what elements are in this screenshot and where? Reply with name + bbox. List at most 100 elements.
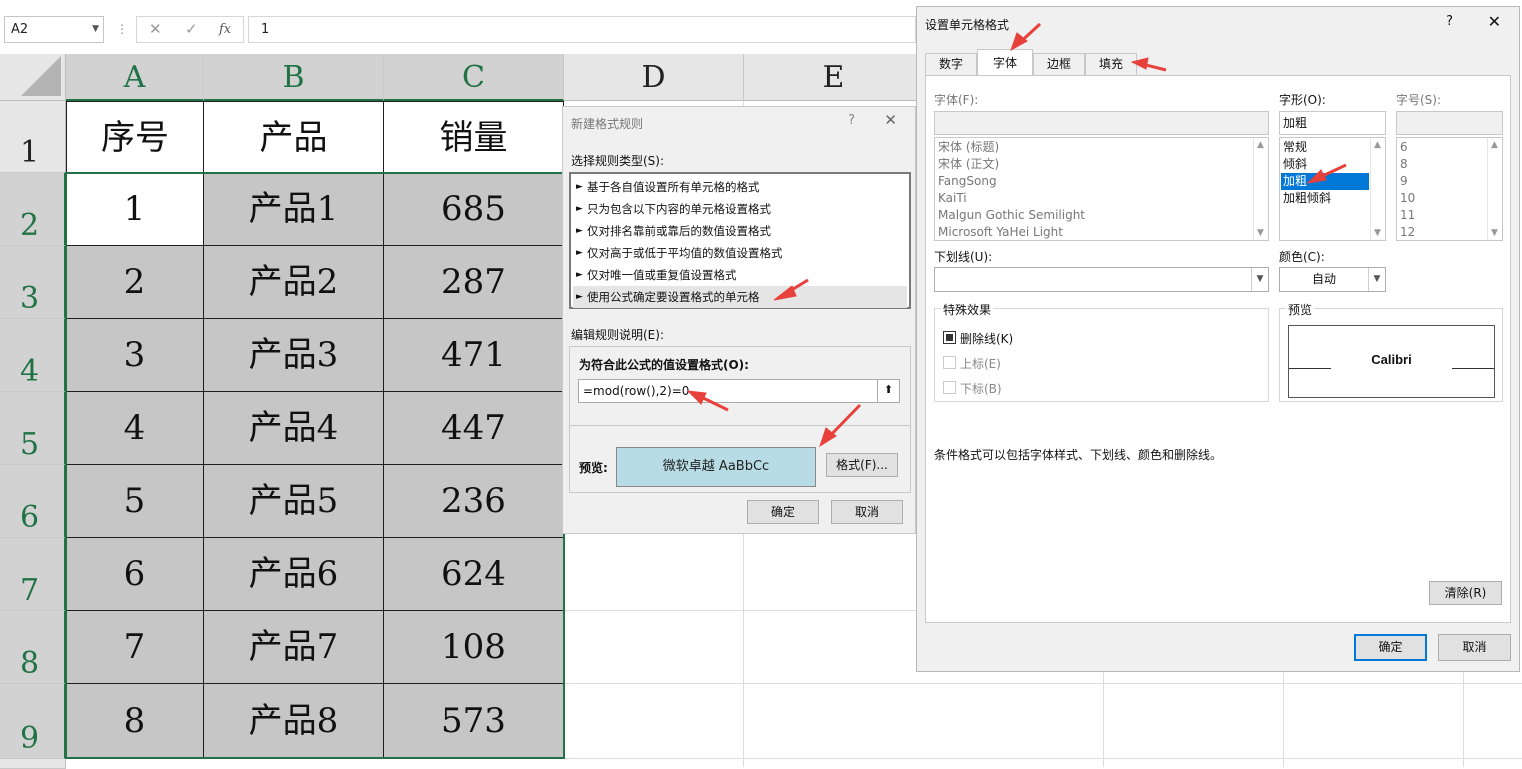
underline-select[interactable]: ▼ [934, 267, 1269, 292]
font-option[interactable]: Malgun Gothic Semilight [938, 207, 1085, 224]
table-cell[interactable]: 5 [66, 465, 204, 538]
rule-type-item[interactable]: 只为包含以下内容的单元格设置格式 [573, 198, 907, 220]
close-icon[interactable]: ✕ [884, 111, 897, 129]
table-cell[interactable]: 287 [384, 246, 564, 319]
row-header-3[interactable]: 3 [0, 246, 66, 319]
font-option[interactable]: 宋体 (正文) [938, 156, 999, 173]
font-list-scrollbar[interactable]: ▲ ▼ [1253, 138, 1268, 240]
strikethrough-checkbox[interactable] [943, 331, 956, 344]
table-cell[interactable]: 产品4 [204, 392, 384, 465]
style-option[interactable]: 倾斜 [1283, 156, 1307, 173]
subscript-checkbox[interactable] [943, 381, 956, 394]
ok-button[interactable]: 确定 [1354, 634, 1427, 661]
style-option[interactable]: 常规 [1283, 139, 1307, 156]
format-button[interactable]: 格式(F)... [826, 453, 898, 477]
help-icon[interactable]: ? [1446, 14, 1453, 29]
table-cell[interactable]: 产品8 [204, 684, 384, 758]
chevron-down-icon[interactable]: ▼ [92, 17, 99, 42]
help-icon[interactable]: ? [848, 113, 855, 128]
cancel-icon[interactable]: ✕ [149, 20, 162, 38]
table-cell[interactable]: 108 [384, 611, 564, 684]
row-header-4[interactable]: 4 [0, 319, 66, 392]
header-cell-sales[interactable]: 销量 [384, 101, 564, 173]
style-input[interactable]: 加粗 [1279, 111, 1386, 135]
size-option[interactable]: 12 [1400, 224, 1415, 241]
collapse-dialog-icon[interactable]: ⬆ [877, 380, 899, 402]
column-header-d[interactable]: D [564, 54, 744, 101]
row-header-10[interactable] [0, 759, 66, 769]
table-cell[interactable]: 6 [66, 538, 204, 611]
ok-button[interactable]: 确定 [747, 500, 819, 524]
header-cell-seq[interactable]: 序号 [66, 101, 204, 173]
table-cell[interactable]: 产品1 [204, 173, 384, 246]
table-cell[interactable]: 产品7 [204, 611, 384, 684]
table-cell[interactable]: 573 [384, 684, 564, 758]
table-cell[interactable]: 产品2 [204, 246, 384, 319]
formula-input[interactable]: 1 [248, 16, 916, 43]
font-option[interactable]: Microsoft YaHei Light [938, 224, 1063, 241]
font-option[interactable]: FangSong [938, 173, 997, 190]
size-list-scrollbar[interactable]: ▲ ▼ [1487, 138, 1502, 240]
table-cell[interactable]: 产品5 [204, 465, 384, 538]
table-cell[interactable]: 产品3 [204, 319, 384, 392]
row-header-2[interactable]: 2 [0, 173, 66, 246]
close-icon[interactable]: ✕ [1488, 12, 1501, 31]
enter-icon[interactable]: ✓ [185, 20, 198, 38]
tab-number[interactable]: 数字 [925, 53, 977, 75]
table-cell[interactable]: 8 [66, 684, 204, 758]
size-option[interactable]: 10 [1400, 190, 1415, 207]
scroll-down-icon[interactable]: ▼ [1491, 228, 1498, 238]
clear-button[interactable]: 清除(R) [1429, 581, 1502, 605]
rule-type-item-formula[interactable]: 使用公式确定要设置格式的单元格 [573, 286, 907, 308]
row-header-7[interactable]: 7 [0, 538, 66, 611]
superscript-checkbox[interactable] [943, 356, 956, 369]
tab-fill[interactable]: 填充 [1085, 53, 1137, 75]
table-cell[interactable]: 2 [66, 246, 204, 319]
row-header-5[interactable]: 5 [0, 392, 66, 465]
scroll-up-icon[interactable]: ▲ [1374, 140, 1381, 150]
size-option[interactable]: 9 [1400, 173, 1408, 190]
rule-type-item[interactable]: 仅对排名靠前或靠后的数值设置格式 [573, 220, 907, 242]
column-header-a[interactable]: A [66, 54, 204, 101]
chevron-down-icon[interactable]: ▼ [1368, 268, 1385, 291]
scroll-up-icon[interactable]: ▲ [1257, 140, 1264, 150]
row-header-9[interactable]: 9 [0, 684, 66, 759]
table-cell[interactable]: 4 [66, 392, 204, 465]
scroll-down-icon[interactable]: ▼ [1257, 228, 1264, 238]
rule-type-item[interactable]: 仅对唯一值或重复值设置格式 [573, 264, 907, 286]
column-header-b[interactable]: B [204, 54, 384, 101]
table-cell[interactable]: 471 [384, 319, 564, 392]
table-cell[interactable]: 7 [66, 611, 204, 684]
rule-formula-input[interactable]: =mod(row(),2)=0 ⬆ [578, 379, 900, 403]
font-option[interactable]: KaiTi [938, 190, 967, 207]
row-header-8[interactable]: 8 [0, 611, 66, 684]
table-cell[interactable]: 236 [384, 465, 564, 538]
scroll-up-icon[interactable]: ▲ [1491, 140, 1498, 150]
style-option-selected[interactable]: 加粗 [1281, 173, 1369, 190]
chevron-down-icon[interactable]: ▼ [1251, 268, 1268, 291]
name-box[interactable]: A2 ▼ [4, 16, 104, 43]
rule-type-item[interactable]: 基于各自值设置所有单元格的格式 [573, 176, 907, 198]
row-header-1[interactable]: 1 [0, 101, 66, 173]
insert-function-icon[interactable]: fx [219, 22, 231, 37]
style-option[interactable]: 加粗倾斜 [1283, 190, 1331, 207]
cancel-button[interactable]: 取消 [831, 500, 903, 524]
font-input[interactable] [934, 111, 1269, 135]
size-option[interactable]: 6 [1400, 139, 1408, 156]
table-cell[interactable]: 624 [384, 538, 564, 611]
table-cell[interactable]: 447 [384, 392, 564, 465]
table-cell[interactable]: 1 [66, 173, 204, 246]
select-all-corner[interactable] [0, 54, 66, 101]
size-option[interactable]: 11 [1400, 207, 1415, 224]
table-cell[interactable]: 685 [384, 173, 564, 246]
table-cell[interactable]: 产品6 [204, 538, 384, 611]
size-input[interactable] [1396, 111, 1503, 135]
cancel-button[interactable]: 取消 [1438, 634, 1511, 661]
size-option[interactable]: 8 [1400, 156, 1408, 173]
tab-font[interactable]: 字体 [977, 49, 1033, 76]
scroll-down-icon[interactable]: ▼ [1374, 228, 1381, 238]
header-cell-product[interactable]: 产品 [204, 101, 384, 173]
row-header-6[interactable]: 6 [0, 465, 66, 538]
rule-type-item[interactable]: 仅对高于或低于平均值的数值设置格式 [573, 242, 907, 264]
color-select[interactable]: 自动 ▼ [1279, 267, 1386, 292]
